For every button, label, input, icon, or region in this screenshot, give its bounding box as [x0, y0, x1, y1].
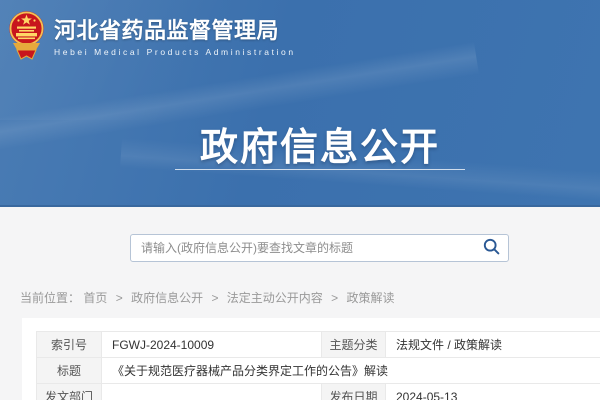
national-emblem-icon	[8, 10, 45, 68]
publish-date-label: 发布日期	[322, 384, 386, 400]
publish-date-value: 2024-05-13	[386, 384, 600, 400]
document-title-link[interactable]: 《关于规范医疗器械产品分类界定工作的公告》解读	[112, 364, 388, 378]
issuing-department-value	[102, 384, 322, 400]
table-row: 索引号 FGWJ-2024-10009 主题分类 法规文件 / 政策解读	[37, 332, 600, 358]
page: 河北省药品监督管理局 Hebei Medical Products Admini…	[0, 0, 600, 400]
banner-underline	[175, 169, 465, 170]
search-box	[130, 234, 509, 262]
topic-category-value: 法规文件 / 政策解读	[386, 332, 600, 358]
table-row: 发文部门 发布日期 2024-05-13	[37, 384, 600, 400]
search-icon	[483, 238, 500, 258]
content-panel: 索引号 FGWJ-2024-10009 主题分类 法规文件 / 政策解读 标题 …	[22, 318, 600, 400]
site-subtitle: Hebei Medical Products Administration	[54, 47, 296, 57]
page-title: 政府信息公开	[0, 116, 600, 171]
doc-title-label: 标题	[37, 358, 102, 384]
breadcrumb: 当前位置： 首页 > 政府信息公开 > 法定主动公开内容 > 政策解读	[20, 289, 395, 306]
issuing-department-label: 发文部门	[37, 384, 102, 400]
search-input[interactable]	[131, 235, 474, 261]
site-title: 河北省药品监督管理局	[54, 18, 296, 44]
index-number-label: 索引号	[37, 332, 102, 358]
breadcrumb-label: 当前位置：	[20, 291, 80, 305]
topic-category-label: 主题分类	[322, 332, 386, 358]
breadcrumb-item-policy-interpretation[interactable]: 政策解读	[347, 291, 395, 305]
breadcrumb-separator: >	[331, 291, 338, 305]
breadcrumb-separator: >	[211, 291, 218, 305]
hero-banner: 河北省药品监督管理局 Hebei Medical Products Admini…	[0, 0, 600, 207]
search-button[interactable]	[474, 235, 508, 261]
breadcrumb-item-statutory-disclosure[interactable]: 法定主动公开内容	[227, 291, 323, 305]
table-row: 标题 《关于规范医疗器械产品分类界定工作的公告》解读	[37, 358, 600, 384]
index-number-value: FGWJ-2024-10009	[102, 332, 322, 358]
site-logo-link[interactable]: 河北省药品监督管理局 Hebei Medical Products Admini…	[8, 10, 296, 68]
breadcrumb-item-home[interactable]: 首页	[83, 291, 107, 305]
site-name-block: 河北省药品监督管理局 Hebei Medical Products Admini…	[54, 10, 296, 57]
document-meta-table: 索引号 FGWJ-2024-10009 主题分类 法规文件 / 政策解读 标题 …	[36, 331, 600, 400]
breadcrumb-separator: >	[116, 291, 123, 305]
breadcrumb-item-gov-info[interactable]: 政府信息公开	[131, 291, 203, 305]
